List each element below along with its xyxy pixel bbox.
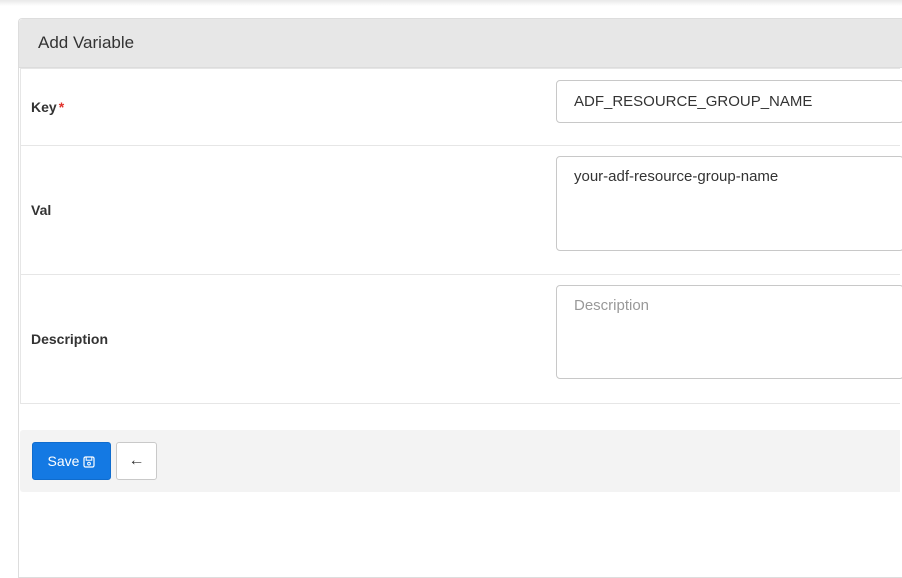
save-button[interactable]: Save (32, 442, 111, 480)
arrow-left-icon: ← (128, 452, 145, 469)
button-bar: Save ← (20, 430, 900, 492)
form-row-key: Key * ADF_RESOURCE_GROUP_NAME (21, 69, 902, 146)
save-button-label: Save (47, 453, 80, 469)
description-label: Description (31, 331, 109, 347)
panel-header: Add Variable (19, 19, 902, 68)
key-label-cell: Key * (21, 99, 556, 115)
panel-title: Add Variable (38, 33, 135, 52)
form-row-val: Val your-adf-resource-group-name (21, 146, 902, 275)
floppy-disk-icon (83, 455, 96, 468)
key-input-value: ADF_RESOURCE_GROUP_NAME (574, 93, 813, 110)
description-textarea[interactable]: Description (556, 285, 902, 379)
key-label: Key (31, 99, 57, 115)
required-marker: * (58, 99, 65, 115)
variable-form: Key * ADF_RESOURCE_GROUP_NAME Val your-ad… (20, 68, 902, 404)
val-textarea[interactable]: your-adf-resource-group-name (556, 156, 902, 251)
back-button[interactable]: ← (116, 442, 157, 480)
val-label: Val (31, 202, 52, 218)
top-shadow (0, 0, 902, 6)
val-textarea-value: your-adf-resource-group-name (574, 168, 779, 185)
key-input[interactable]: ADF_RESOURCE_GROUP_NAME (556, 80, 902, 123)
form-row-description: Description Description (21, 275, 902, 403)
description-placeholder: Description (574, 297, 650, 314)
